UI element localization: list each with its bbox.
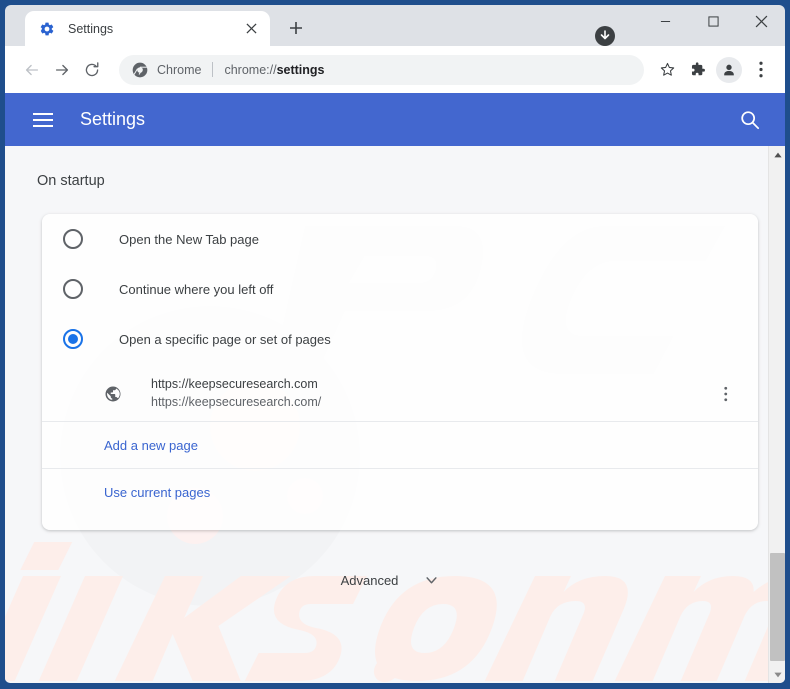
browser-toolbar: Chrome chrome://settings [5,46,785,93]
address-bar[interactable]: Chrome chrome://settings [119,54,644,85]
forward-arrow-icon[interactable] [47,55,77,85]
startup-option-continue[interactable]: Continue where you left off [42,264,758,314]
settings-header-bar: Settings [5,93,785,146]
star-icon[interactable] [652,55,682,85]
startup-option-new-tab[interactable]: Open the New Tab page [42,214,758,264]
startup-page-row: https://keepsecuresearch.com https://kee… [42,366,758,422]
scroll-up-arrow-icon[interactable] [769,146,785,163]
minimize-button[interactable] [641,5,689,37]
new-tab-button[interactable] [282,14,310,42]
chrome-logo-icon [132,62,148,78]
chevron-down-icon [426,577,437,584]
window-controls [641,5,785,46]
maximize-button[interactable] [689,5,737,37]
settings-content-area: On startup Open the New Tab page Continu… [5,146,785,683]
three-dot-menu-icon[interactable] [714,382,738,406]
use-current-pages-label: Use current pages [104,485,211,500]
on-startup-card: Open the New Tab page Continue where you… [42,214,758,530]
page-title: Settings [80,109,146,129]
add-new-page-button[interactable]: Add a new page [42,422,758,469]
gear-icon [39,21,55,37]
startup-page-title: https://keepsecuresearch.com [151,377,318,391]
address-bar-chip-label: Chrome [157,62,202,77]
radio-button-unselected[interactable] [63,229,83,249]
advanced-label: Advanced [340,573,399,588]
startup-page-text: https://keepsecuresearch.com https://kee… [151,375,714,412]
startup-option-specific-pages[interactable]: Open a specific page or set of pages [42,314,758,364]
settings-scroll-region: On startup Open the New Tab page Continu… [5,146,773,683]
startup-option-label: Continue where you left off [119,281,274,297]
vertical-scrollbar[interactable] [768,146,785,683]
puzzle-piece-icon[interactable] [682,55,712,85]
close-button[interactable] [737,5,785,37]
address-bar-url: chrome://settings [224,63,324,77]
section-title-on-startup: On startup [37,173,105,189]
tab-title: Settings [68,21,114,36]
scrollbar-thumb[interactable] [770,553,785,661]
three-dot-menu-icon[interactable] [746,55,776,85]
radio-button-unselected[interactable] [63,279,83,299]
use-current-pages-button[interactable]: Use current pages [42,469,758,516]
reload-icon[interactable] [77,55,107,85]
url-bold-part: settings [276,62,325,77]
advanced-expand-button[interactable]: Advanced [5,573,773,588]
browser-tab-settings[interactable]: Settings [25,11,270,46]
back-arrow-icon[interactable] [17,55,47,85]
startup-option-label: Open a specific page or set of pages [119,331,331,347]
person-avatar-icon[interactable] [716,56,742,83]
add-new-page-label: Add a new page [104,437,198,453]
browser-window: Settings Chrome chrome://settings Settin… [0,0,790,689]
radio-button-selected[interactable] [63,329,83,349]
hamburger-menu-icon[interactable] [30,107,56,133]
url-prefix: chrome:// [224,62,277,77]
startup-option-label: Open the New Tab page [119,231,259,247]
download-arrow-icon[interactable] [594,25,616,47]
search-icon[interactable] [737,107,763,133]
address-bar-separator [212,62,214,77]
scroll-down-arrow-icon[interactable] [769,666,785,683]
globe-icon [104,385,122,403]
startup-page-url: https://keepsecuresearch.com/ [151,395,322,409]
close-icon[interactable] [240,18,262,40]
tab-strip: Settings [5,5,785,46]
